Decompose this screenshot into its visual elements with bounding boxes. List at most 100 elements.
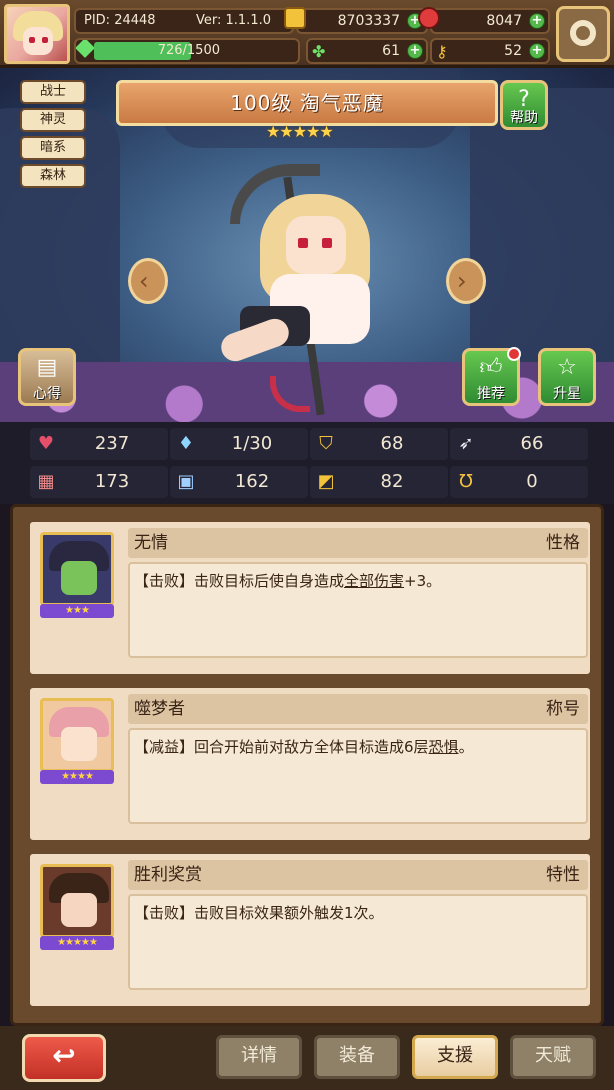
stat-magic: ▣ 162 <box>170 466 308 498</box>
card-header: 无情 性格 <box>128 528 588 558</box>
support-portrait[interactable] <box>40 532 114 606</box>
tips-button[interactable]: ▤ 心得 <box>18 348 76 406</box>
help-label: 帮助 <box>510 110 538 126</box>
rarity-stars: ★★★ <box>40 604 114 618</box>
stat-defense: ⛉ 68 <box>310 428 448 460</box>
hero-character-sprite <box>200 156 430 416</box>
tab-equipment[interactable]: 装备 <box>314 1035 400 1079</box>
hero-scene: 战士 神灵 暗系 森林 100级 淘气恶魔 ★★★★★ ? 帮助 ‹ › ▤ 心… <box>0 68 614 422</box>
spellbook-icon: ▣ <box>177 471 195 492</box>
recommend-button[interactable]: 👍︎ 推荐 <box>462 347 521 406</box>
fist-icon: ▦ <box>37 471 55 492</box>
stat-speed-value: 66 <box>520 433 544 454</box>
water-drop-icon: ♦ <box>177 433 195 454</box>
star-icon: ☆ <box>557 355 577 380</box>
hero-title-banner: 100级 淘气恶魔 <box>116 80 498 126</box>
support-portrait[interactable] <box>40 864 114 938</box>
rarity-stars: ★★★★ <box>40 770 114 784</box>
support-name: 无情 <box>134 533 168 553</box>
settings-button[interactable] <box>556 6 610 62</box>
card-header: 噬梦者 称号 <box>128 694 588 724</box>
ruby-amount: 8047 <box>486 13 522 29</box>
stat-magic-value: 162 <box>234 471 270 492</box>
tag-element: 暗系 <box>20 136 86 160</box>
next-hero-button[interactable]: › <box>446 258 486 304</box>
stat-attack-value: 173 <box>94 471 130 492</box>
upgrade-star-button[interactable]: ☆ 升星 <box>538 348 596 406</box>
clover-counter: ✤ 61 + <box>306 38 428 64</box>
book-icon: ▤ <box>36 355 58 380</box>
recommend-label: 推荐 <box>477 386 505 402</box>
description-text: 【减益】回合开始前对敌方全体目标造成6层 <box>134 738 429 756</box>
gear-icon <box>570 20 596 46</box>
support-description: 【击败】击败目标后使自身造成全部伤害+3。 <box>128 562 588 658</box>
tag-race: 神灵 <box>20 108 86 132</box>
key-counter: ⚷ 52 + <box>430 38 550 64</box>
gold-counter: 8703337 + <box>284 7 428 34</box>
stat-energy-value: 1/30 <box>231 433 273 454</box>
wing-icon: ➶ <box>458 433 474 454</box>
keyword-link[interactable]: 恐惧 <box>429 738 459 756</box>
support-type: 性格 <box>546 533 580 553</box>
heart-icon: ♥ <box>37 433 55 454</box>
gold-coin-icon <box>284 7 306 29</box>
stat-hp-value: 237 <box>94 433 130 454</box>
horseshoe-icon: Ʊ <box>459 471 473 492</box>
upgrade-label: 升星 <box>553 386 581 402</box>
experience-gem-icon <box>76 40 95 58</box>
ruby-counter: 8047 + <box>418 7 550 34</box>
stat-defense-value: 68 <box>380 433 404 454</box>
chevron-right-icon: › <box>457 267 467 295</box>
clover-amount: 61 <box>382 43 400 59</box>
support-description: 【击败】击败目标效果额外触发1次。 <box>128 894 588 990</box>
support-card[interactable]: ★★★★★ 胜利奖赏 特性 【击败】击败目标效果额外触发1次。 <box>27 851 593 1009</box>
rarity-stars: ★★★★★ <box>40 936 114 950</box>
top-bar: PID: 24448 Ver: 1.1.1.0 8703337 + 8047 +… <box>0 0 614 68</box>
tab-talent[interactable]: 天赋 <box>510 1035 596 1079</box>
support-portrait[interactable] <box>40 698 114 772</box>
player-info: PID: 24448 Ver: 1.1.1.0 <box>74 8 294 34</box>
add-ruby-button[interactable]: + <box>529 13 545 29</box>
add-key-button[interactable]: + <box>529 43 545 59</box>
support-panel: ★★★ 无情 性格 【击败】击败目标后使自身造成全部伤害+3。 ★★★★ 噬梦者… <box>10 504 604 1026</box>
bottom-bar: ↩ 详情 装备 支援 天赋 <box>0 1026 614 1090</box>
support-card[interactable]: ★★★★ 噬梦者 称号 【减益】回合开始前对敌方全体目标造成6层恐惧。 <box>27 685 593 843</box>
support-description: 【减益】回合开始前对敌方全体目标造成6层恐惧。 <box>128 728 588 824</box>
hero-star-rating: ★★★★★ <box>266 122 334 141</box>
back-button[interactable]: ↩ <box>22 1034 106 1082</box>
keyword-link[interactable]: 全部伤害 <box>344 572 404 590</box>
description-text: 【击败】击败目标效果额外触发1次。 <box>134 904 384 922</box>
stat-luck-value: 0 <box>526 471 538 492</box>
boot-icon: ◩ <box>317 471 335 492</box>
card-header: 胜利奖赏 特性 <box>128 860 588 890</box>
gold-amount: 8703337 <box>337 13 400 29</box>
experience-text: 726/1500 <box>157 43 220 58</box>
notification-dot <box>507 347 521 361</box>
previous-hero-button[interactable]: ‹ <box>128 258 168 304</box>
stat-crit: ◩ 82 <box>310 466 448 498</box>
experience-bar: 726/1500 <box>74 38 300 64</box>
stat-crit-value: 82 <box>380 471 404 492</box>
tag-terrain: 森林 <box>20 164 86 188</box>
key-icon: ⚷ <box>436 42 448 61</box>
clover-icon: ✤ <box>312 42 326 61</box>
tab-details[interactable]: 详情 <box>216 1035 302 1079</box>
chevron-left-icon: ‹ <box>139 267 149 295</box>
stats-grid: ♥ 237 ♦ 1/30 ⛉ 68 ➶ 66 ▦ 173 ▣ 162 ◩ 82 … <box>0 422 614 504</box>
description-text: 【击败】击败目标后使自身造成 <box>134 572 345 590</box>
player-avatar[interactable] <box>4 4 70 64</box>
support-type: 特性 <box>546 865 580 885</box>
version-label: Ver: 1.1.1.0 <box>196 13 271 28</box>
stat-energy: ♦ 1/30 <box>170 428 308 460</box>
shield-icon: ⛉ <box>319 433 333 454</box>
add-clover-button[interactable]: + <box>407 43 423 59</box>
description-text: +3。 <box>404 572 442 590</box>
tag-class: 战士 <box>20 80 86 104</box>
support-card[interactable]: ★★★ 无情 性格 【击败】击败目标后使自身造成全部伤害+3。 <box>27 519 593 677</box>
stat-attack: ▦ 173 <box>30 466 168 498</box>
ruby-gem-icon <box>418 7 440 29</box>
support-name: 胜利奖赏 <box>134 865 202 885</box>
tab-support[interactable]: 支援 <box>412 1035 498 1079</box>
back-arrow-icon: ↩ <box>52 1039 76 1072</box>
help-button[interactable]: ? 帮助 <box>500 80 548 130</box>
